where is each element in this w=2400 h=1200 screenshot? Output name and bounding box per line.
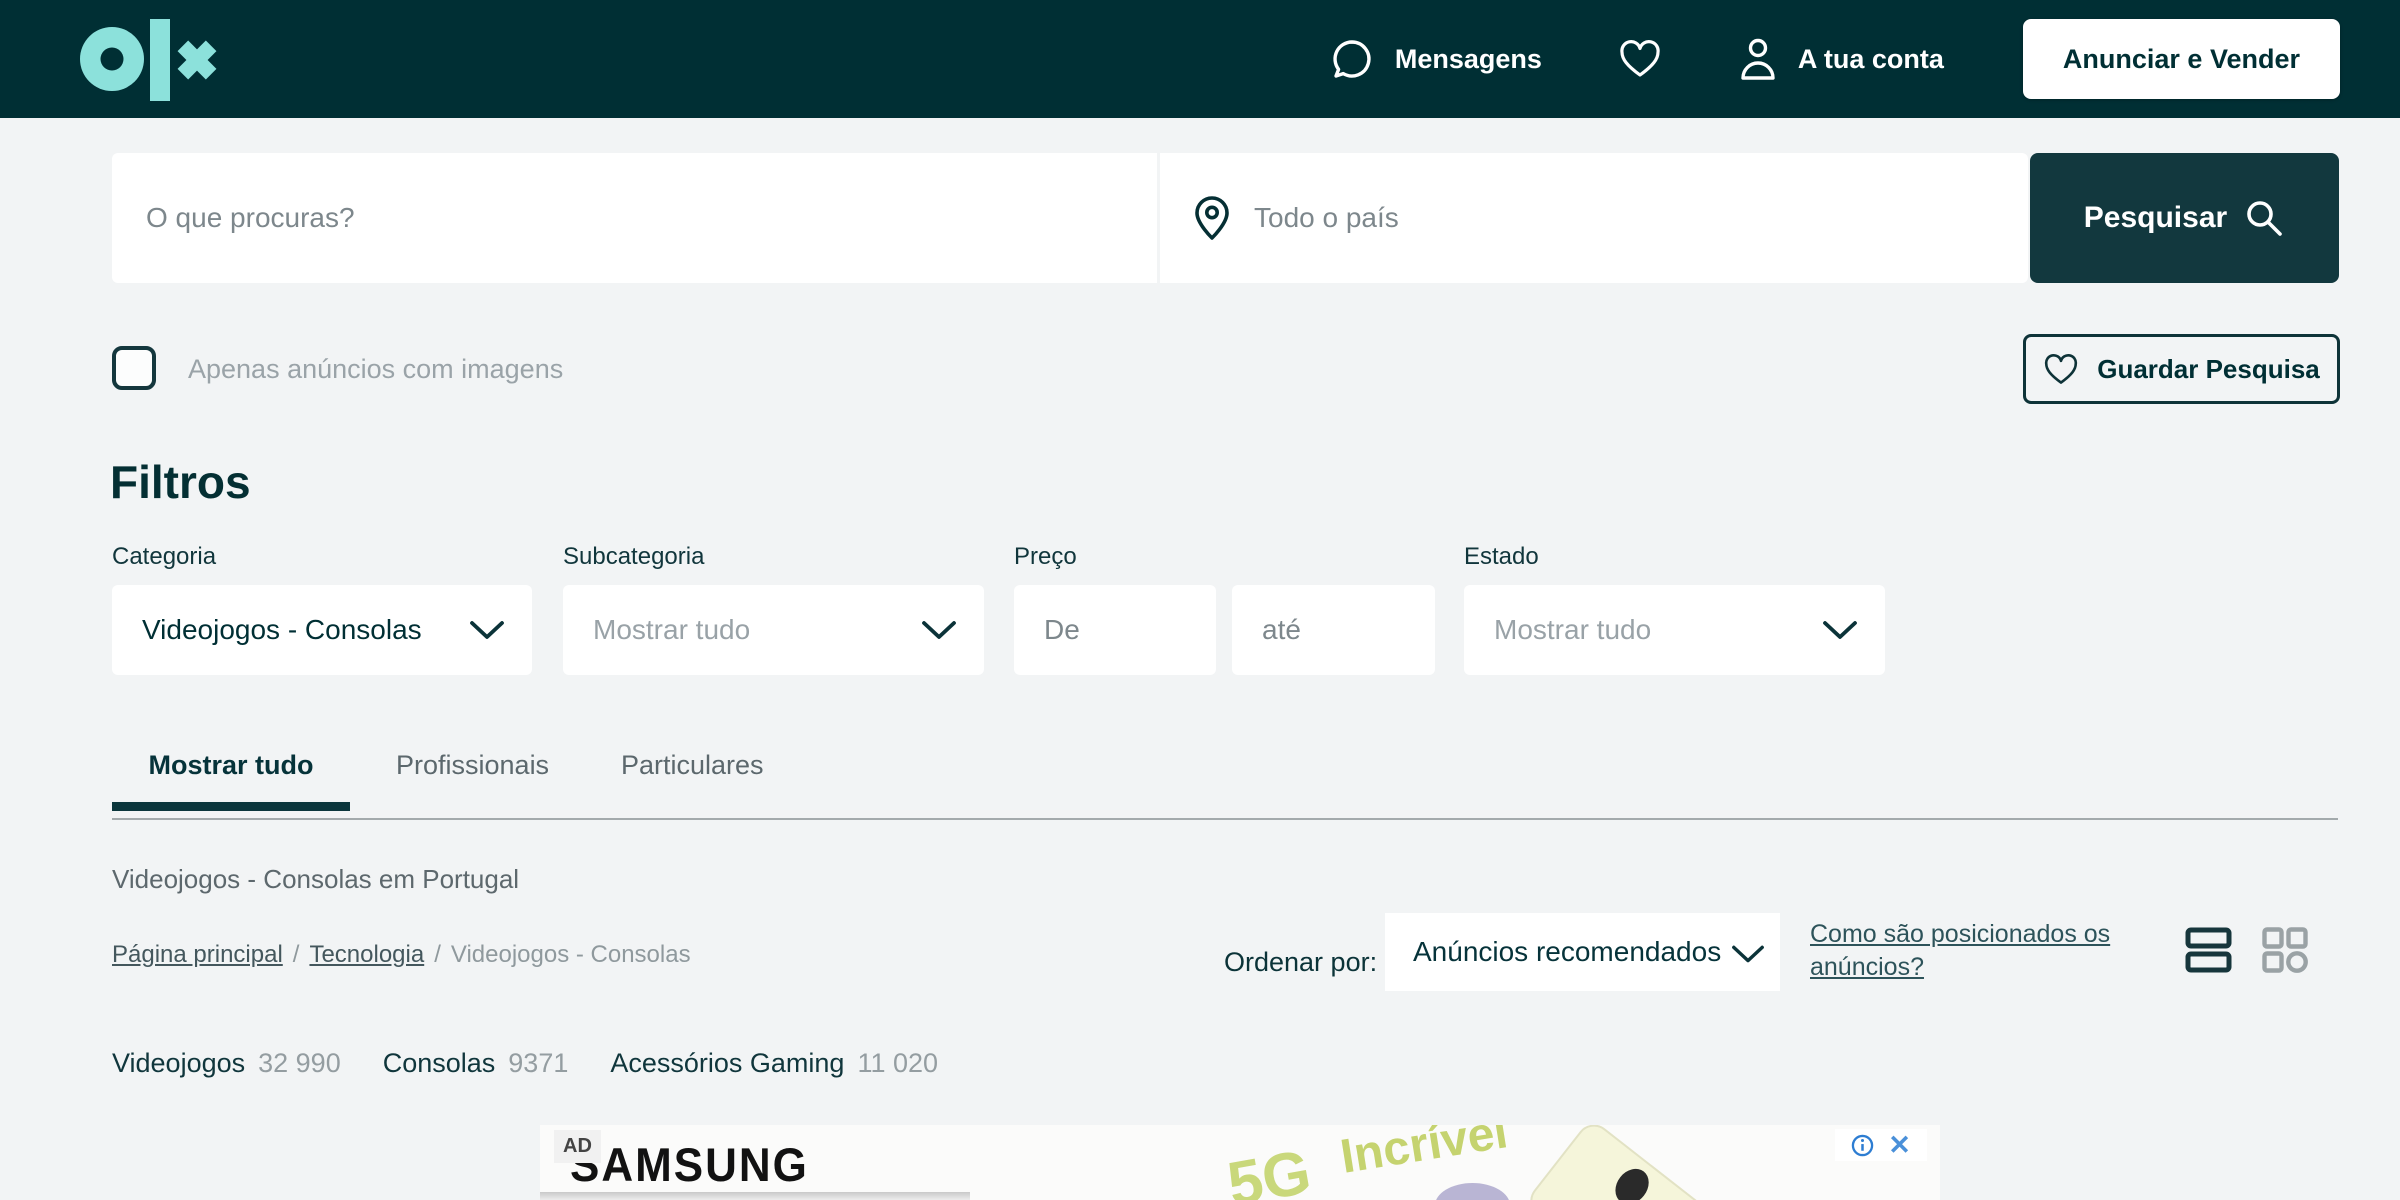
chevron-down-icon <box>1730 943 1766 965</box>
breadcrumb: Página principal / Tecnologia / Videojogos -… <box>112 941 691 969</box>
category-count-consolas[interactable]: Consolas 9371 <box>383 1048 569 1079</box>
images-only-label: Apenas anúncios com imagens <box>188 354 563 385</box>
category-count: 11 020 <box>857 1048 938 1079</box>
category-name: Videojogos <box>112 1048 245 1079</box>
search-icon <box>2243 197 2285 239</box>
olx-search-page: Mensagens A tua conta Anunciar e Vender <box>0 0 2400 1200</box>
category-count: 32 990 <box>258 1048 341 1079</box>
breadcrumb-current: Videojogos - Consolas <box>451 941 691 968</box>
subcategory-label: Subcategoria <box>563 543 704 571</box>
account-link[interactable]: A tua conta <box>1738 36 1944 82</box>
category-name: Consolas <box>383 1048 496 1079</box>
olx-logo[interactable] <box>80 9 220 114</box>
category-label: Categoria <box>112 543 216 571</box>
ad-shadow-strip <box>540 1192 970 1200</box>
breadcrumb-separator: / <box>434 941 441 968</box>
ad-tagline-5g: 5G <box>1222 1136 1316 1200</box>
sort-value: Anúncios recomendados <box>1413 936 1721 968</box>
condition-label: Estado <box>1464 543 1539 571</box>
category-value: Videojogos - Consolas <box>142 614 422 646</box>
save-search-button[interactable]: Guardar Pesquisa <box>2023 334 2340 404</box>
images-only-checkbox[interactable] <box>112 346 156 390</box>
sell-button[interactable]: Anunciar e Vender <box>2023 19 2340 99</box>
subcategory-value: Mostrar tudo <box>593 614 750 646</box>
ad-positioning-link[interactable]: Como são posicionados os anúncios? <box>1810 918 2140 985</box>
ad-badge: AD <box>554 1130 601 1163</box>
ad-earbud-image <box>1435 1183 1510 1200</box>
chevron-down-icon <box>1821 619 1859 641</box>
category-count-videojogos[interactable]: Videojogos 32 990 <box>112 1048 341 1079</box>
sell-button-label: Anunciar e Vender <box>2063 44 2300 75</box>
breadcrumb-home[interactable]: Página principal <box>112 941 283 968</box>
tab-particulares[interactable]: Particulares <box>621 750 764 781</box>
price-to-input[interactable] <box>1232 585 1435 675</box>
location-field[interactable] <box>1160 153 2028 283</box>
grid-view-button[interactable] <box>2261 926 2309 979</box>
filters-title: Filtros <box>110 455 251 509</box>
category-count-acessorios[interactable]: Acessórios Gaming 11 020 <box>610 1048 938 1079</box>
header-actions: Mensagens A tua conta Anunciar e Vender <box>1329 0 2340 118</box>
list-view-icon <box>2185 926 2232 974</box>
account-label: A tua conta <box>1798 44 1944 75</box>
category-dropdown[interactable]: Videojogos - Consolas <box>112 585 532 675</box>
location-pin-icon <box>1192 194 1232 242</box>
save-search-label: Guardar Pesquisa <box>2097 354 2320 385</box>
messages-label: Mensagens <box>1395 44 1542 75</box>
tab-profissionais[interactable]: Profissionais <box>396 750 549 781</box>
ad-info-icon[interactable] <box>1851 1134 1874 1157</box>
ad-tagline-incrivel: Incrível <box>1337 1125 1512 1185</box>
sort-dropdown[interactable]: Anúncios recomendados <box>1385 913 1780 991</box>
price-from-input[interactable] <box>1014 585 1216 675</box>
category-name: Acessórios Gaming <box>610 1048 844 1079</box>
ad-banner[interactable]: AD SAMSUNG 5G Incrível ✕ <box>540 1125 1940 1200</box>
person-icon <box>1738 36 1778 82</box>
search-input[interactable] <box>112 153 1157 283</box>
sort-label: Ordenar por: <box>1224 947 1377 978</box>
grid-view-icon <box>2261 926 2309 974</box>
breadcrumb-separator: / <box>293 941 300 968</box>
chevron-down-icon <box>468 619 506 641</box>
subcategory-dropdown[interactable]: Mostrar tudo <box>563 585 984 675</box>
chevron-down-icon <box>920 619 958 641</box>
category-counts: Videojogos 32 990 Consolas 9371 Acessóri… <box>112 1048 980 1079</box>
search-button[interactable]: Pesquisar <box>2030 153 2339 283</box>
olx-logo-icon <box>80 9 220 109</box>
condition-dropdown[interactable]: Mostrar tudo <box>1464 585 1885 675</box>
search-button-label: Pesquisar <box>2084 201 2227 235</box>
location-input[interactable] <box>1254 202 1954 234</box>
ad-brand-samsung: SAMSUNG <box>570 1139 809 1193</box>
messages-link[interactable]: Mensagens <box>1329 36 1542 82</box>
results-location-line: Videojogos - Consolas em Portugal <box>112 864 519 895</box>
active-tab-underline <box>112 802 350 811</box>
list-view-button[interactable] <box>2185 926 2232 979</box>
save-heart-icon <box>2043 353 2079 386</box>
header: Mensagens A tua conta Anunciar e Vender <box>0 0 2400 118</box>
ad-phone-camera <box>1609 1162 1656 1200</box>
condition-value: Mostrar tudo <box>1494 614 1651 646</box>
tab-mostrar-tudo[interactable]: Mostrar tudo <box>112 750 350 781</box>
chat-bubble-icon <box>1329 36 1375 82</box>
ad-close-icon[interactable]: ✕ <box>1888 1132 1911 1159</box>
ad-phone-image <box>1523 1125 1717 1200</box>
tabs-divider <box>112 818 2338 820</box>
ad-controls: ✕ <box>1835 1129 1927 1161</box>
favorites-link[interactable] <box>1618 39 1662 79</box>
category-count: 9371 <box>508 1048 568 1079</box>
breadcrumb-tecnologia[interactable]: Tecnologia <box>309 941 424 968</box>
heart-icon <box>1618 39 1662 79</box>
price-label: Preço <box>1014 543 1077 571</box>
